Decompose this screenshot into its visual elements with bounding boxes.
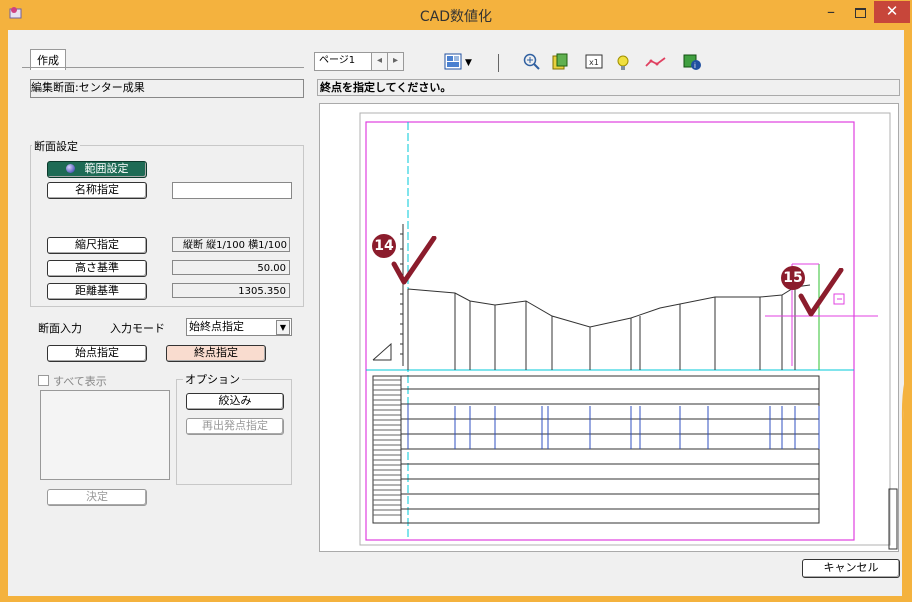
lightbulb-icon[interactable]: [614, 53, 632, 71]
cad-canvas[interactable]: [319, 103, 899, 552]
fit-icon[interactable]: x1: [585, 53, 603, 71]
section-settings-label: 断面設定: [32, 138, 80, 154]
page-prev-button[interactable]: ◂: [371, 52, 388, 71]
cancel-button[interactable]: キャンセル: [802, 559, 900, 578]
page-tab[interactable]: ページ1: [314, 52, 378, 71]
scale-field: 縦断 縦1/100 横1/100: [172, 237, 290, 252]
restart-point-button[interactable]: 再出発点指定: [186, 418, 284, 435]
name-specify-button[interactable]: 名称指定: [47, 182, 147, 199]
sphere-icon: [65, 164, 75, 173]
distance-base-button[interactable]: 距離基準: [47, 283, 147, 300]
callout-arc: [901, 361, 912, 602]
options-label: オプション: [183, 371, 242, 387]
distance-base-field: 1305.350: [172, 283, 290, 298]
end-point-button[interactable]: 終点指定: [166, 345, 266, 362]
svg-text:i: i: [694, 62, 696, 70]
layout-dropdown-icon[interactable]: ▼: [465, 58, 472, 68]
toolbar-separator: [498, 54, 499, 72]
range-setting-label: 範囲設定: [84, 162, 129, 175]
close-button[interactable]: ✕: [874, 1, 910, 23]
cad-drawing: [359, 112, 898, 550]
start-point-button[interactable]: 始点指定: [47, 345, 147, 362]
input-mode-select[interactable]: 始終点指定 ▼: [186, 318, 292, 336]
page-next-button[interactable]: ▸: [387, 52, 404, 71]
section-input-label: 断面入力: [38, 322, 82, 335]
layer-icon[interactable]: [551, 53, 569, 71]
minimize-button[interactable]: –: [817, 3, 845, 23]
check-icon-15: [798, 268, 844, 317]
maximize-icon: [855, 8, 866, 18]
window-title: CAD数値化: [419, 9, 493, 25]
narrow-button[interactable]: 絞込み: [186, 393, 284, 410]
layout-icon[interactable]: [444, 53, 462, 71]
item-list[interactable]: [40, 390, 170, 480]
input-mode-label: 入力モード: [110, 322, 165, 335]
info-icon[interactable]: i: [683, 53, 701, 71]
show-all-checkbox[interactable]: すべて表示: [38, 373, 107, 389]
svg-text:x1: x1: [589, 58, 599, 67]
edit-section-field: 編集断面:センター成果: [30, 79, 304, 98]
maximize-button[interactable]: [846, 3, 874, 23]
confirm-button[interactable]: 決定: [47, 489, 147, 506]
height-base-field: 50.00: [172, 260, 290, 275]
polyline-icon[interactable]: [645, 53, 666, 71]
input-mode-value: 始終点指定: [189, 320, 244, 333]
check-icon-14: [391, 236, 437, 285]
instruction-bar: 終点を指定してください。: [317, 79, 900, 96]
tab-divider: [22, 67, 304, 68]
range-setting-button[interactable]: 範囲設定: [47, 161, 147, 178]
scale-specify-button[interactable]: 縮尺指定: [47, 237, 147, 254]
dropdown-arrow-icon[interactable]: ▼: [276, 320, 290, 335]
zoom-icon[interactable]: [523, 53, 541, 71]
name-field[interactable]: [172, 182, 292, 199]
show-all-label: すべて表示: [53, 375, 107, 388]
checkbox-icon: [38, 375, 49, 386]
height-base-button[interactable]: 高さ基準: [47, 260, 147, 277]
